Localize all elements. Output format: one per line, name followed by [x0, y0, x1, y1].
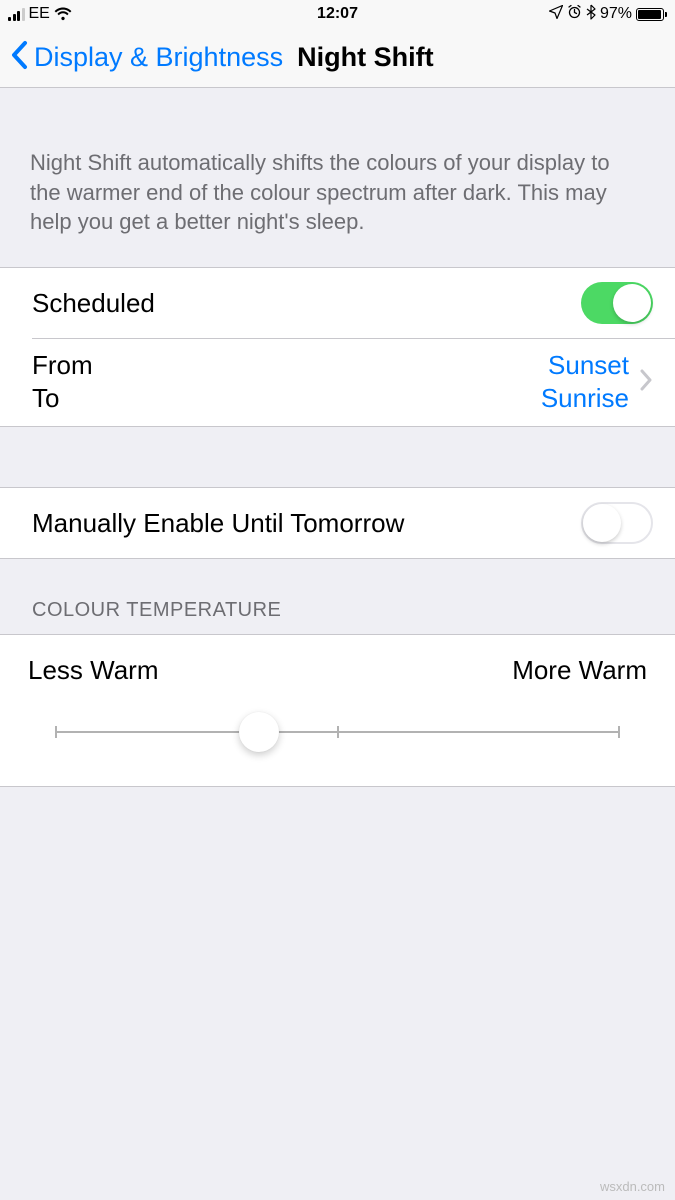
watermark: wsxdn.com [600, 1179, 665, 1194]
colour-temperature-header: COLOUR TEMPERATURE [0, 559, 675, 634]
alarm-icon [567, 4, 582, 24]
to-label: To [32, 383, 93, 414]
back-button[interactable]: Display & Brightness [34, 42, 283, 73]
status-right: 97% [549, 4, 667, 25]
chevron-right-icon [639, 368, 653, 397]
colour-temperature-group: Less Warm More Warm [0, 634, 675, 787]
wifi-icon [54, 7, 72, 21]
more-warm-label: More Warm [512, 655, 647, 686]
from-label: From [32, 350, 93, 381]
manual-enable-label: Manually Enable Until Tomorrow [32, 508, 404, 539]
page-title: Night Shift [297, 42, 433, 73]
less-warm-label: Less Warm [28, 655, 159, 686]
location-icon [549, 5, 563, 24]
manual-enable-toggle[interactable] [581, 502, 653, 544]
battery-icon [636, 8, 667, 21]
manual-group: Manually Enable Until Tomorrow [0, 487, 675, 559]
battery-percent: 97% [600, 5, 632, 23]
to-value: Sunrise [541, 383, 629, 414]
description-text: Night Shift automatically shifts the col… [0, 88, 675, 267]
slider-knob[interactable] [239, 712, 279, 752]
scheduled-label: Scheduled [32, 288, 155, 319]
bluetooth-icon [586, 4, 596, 25]
scheduled-group: Scheduled From To Sunset Sunrise [0, 267, 675, 427]
manual-enable-row: Manually Enable Until Tomorrow [0, 488, 675, 558]
scheduled-row: Scheduled [0, 268, 675, 338]
status-bar: EE 12:07 97% [0, 0, 675, 28]
status-left: EE [8, 5, 72, 23]
navigation-bar: Display & Brightness Night Shift [0, 28, 675, 88]
back-chevron-icon[interactable] [10, 40, 28, 75]
scheduled-toggle[interactable] [581, 282, 653, 324]
signal-strength-icon [8, 7, 25, 21]
schedule-time-row[interactable]: From To Sunset Sunrise [0, 338, 675, 426]
status-time: 12:07 [317, 5, 358, 23]
from-value: Sunset [548, 350, 629, 381]
carrier-label: EE [29, 5, 50, 23]
colour-temperature-slider[interactable] [56, 712, 619, 752]
